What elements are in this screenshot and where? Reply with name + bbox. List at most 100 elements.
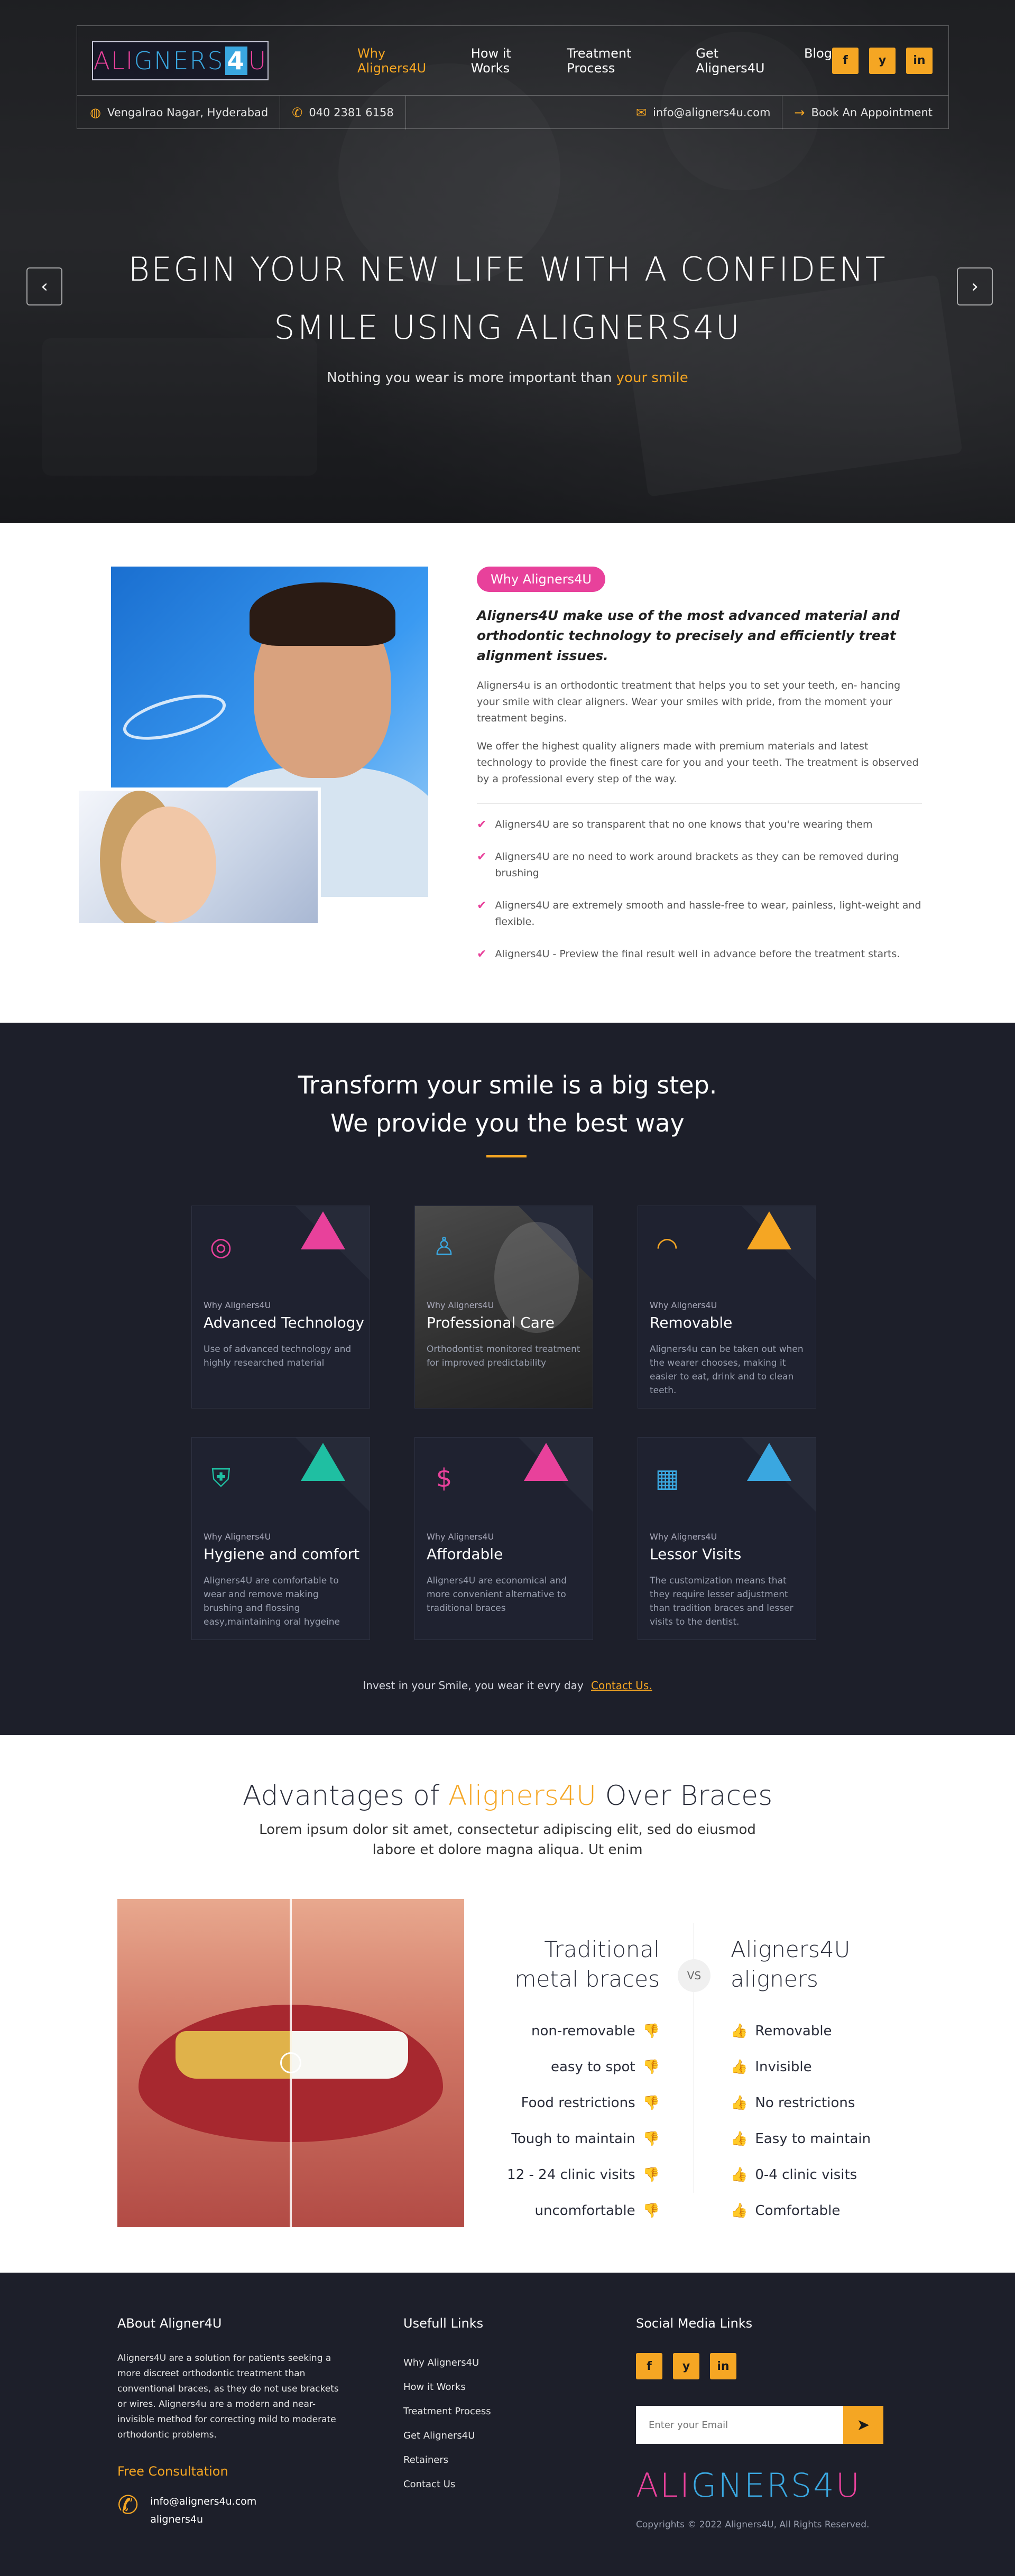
card-description: Aligners4u can be taken out when the wea… — [650, 1344, 804, 1396]
check-icon: ✔ — [477, 850, 487, 864]
footer-link-retainers[interactable]: Retainers — [403, 2448, 562, 2472]
thumbs-up-icon: 👍 — [731, 2203, 748, 2219]
feature-card[interactable]: ▦ Why Aligners4U Lessor Visits The customiz… — [638, 1437, 816, 1640]
braces-list: non-removable 👎 easy to spot 👎 Food restri… — [465, 2017, 660, 2233]
card-kicker: Why Aligners4U — [650, 1300, 717, 1310]
card-title: Lessor Visits — [650, 1545, 742, 1563]
footer-links-title: Usefull Links — [403, 2316, 484, 2331]
list-item: easy to spot 👎 — [550, 2059, 660, 2075]
footer-about-column: ABout Aligner4U Aligners4U are a solutio… — [117, 2316, 339, 2528]
twitter-icon[interactable]: y — [673, 2353, 699, 2379]
feature-card[interactable]: ♙ Why Aligners4U Professional Care Orthodon… — [414, 1206, 593, 1409]
thumbs-up-icon: 👍 — [731, 2131, 748, 2147]
about-lead: Aligners4U make use of the most advanced… — [477, 608, 900, 663]
footer-logo[interactable]: ALIGNERS4U — [636, 2466, 900, 2505]
list-item: ✔ Aligners4U are extremely smooth and has… — [477, 897, 922, 930]
arrow-right-icon: → — [794, 105, 805, 120]
title-underline — [486, 1155, 527, 1157]
triangle-accent — [747, 1211, 791, 1249]
triangle-accent — [747, 1443, 791, 1481]
footer-contact: ✆ info@aligners4u.com aligners4u — [117, 2492, 339, 2528]
teeth-comparison-image — [117, 1899, 464, 2227]
footer-link-how-it-works[interactable]: How it Works — [403, 2375, 562, 2399]
footer-about-title: ABout Aligner4U — [117, 2316, 222, 2331]
thumbs-down-icon: 👎 — [642, 2095, 660, 2111]
card-title: Professional Care — [427, 1314, 555, 1331]
twitter-icon[interactable]: y — [869, 47, 896, 74]
thumbs-up-icon: 👍 — [731, 2059, 748, 2075]
check-icon: ✔ — [477, 899, 487, 912]
advantages-section: Advantages of Aligners4U Over Braces Lor… — [0, 1735, 1015, 2273]
footer-social-title: Social Media Links — [636, 2316, 753, 2331]
footer-email[interactable]: info@aligners4u.com — [150, 2492, 256, 2510]
card-kicker: Why Aligners4U — [427, 1532, 494, 1542]
book-appointment-link[interactable]: → Book An Appointment — [794, 105, 933, 120]
calendar-icon: ▦ — [655, 1463, 679, 1493]
footer-link-treatment-process[interactable]: Treatment Process — [403, 2399, 562, 2424]
linkedin-icon[interactable]: in — [906, 47, 933, 74]
check-icon: ✔ — [477, 818, 487, 831]
location-info: ◍ Vengalrao Nagar, Hyderabad — [90, 105, 268, 120]
globe-icon: ◍ — [90, 105, 101, 120]
advantages-title: Advantages of Aligners4U Over Braces — [242, 1780, 773, 1812]
footer-link-why-aligners4u[interactable]: Why Aligners4U — [403, 2351, 562, 2375]
email-input[interactable] — [636, 2406, 843, 2444]
phone-icon: ✆ — [292, 105, 303, 120]
email-info[interactable]: ✉ info@aligners4u.com — [636, 105, 770, 120]
facebook-icon[interactable]: f — [832, 47, 859, 74]
footer-link-get-aligners4u[interactable]: Get Aligners4U — [403, 2424, 562, 2448]
mail-icon: ✉ — [636, 105, 647, 120]
features-section: Transform your smile is a big step. We p… — [0, 1023, 1015, 1735]
linkedin-icon[interactable]: in — [710, 2353, 736, 2379]
card-kicker: Why Aligners4U — [427, 1300, 494, 1310]
hero-section: ALI GNERS 4 U Why Aligners4U How it Works T… — [0, 0, 1015, 523]
divider — [477, 803, 922, 804]
facebook-icon[interactable]: f — [636, 2353, 662, 2379]
list-item: ✔ Aligners4U are so transparent that no o… — [477, 817, 922, 833]
feature-card[interactable]: ⛨ Why Aligners4U Hygiene and comfort Aligne… — [191, 1437, 370, 1640]
about-paragraph: Aligners4u is an orthodontic treatment t… — [477, 680, 901, 724]
hero-title-line2: SMILE USING ALIGNERS4U — [274, 308, 741, 347]
aligners-list: 👍 Removable 👍 Invisible 👍 No restrictions 👍… — [731, 2017, 921, 2233]
nav-link-blog[interactable]: Blog — [804, 46, 832, 76]
hygiene-icon: ⛨ — [211, 1463, 230, 1493]
card-kicker: Why Aligners4U — [204, 1300, 271, 1310]
subscribe-button[interactable]: ➤ — [843, 2406, 883, 2444]
header-info-right: ✉ info@aligners4u.com → Book An Appointm… — [636, 96, 933, 129]
thumbs-down-icon: 👎 — [642, 2131, 660, 2147]
teeth-icon: ◠ — [656, 1232, 678, 1262]
nav-link-why-aligners4u[interactable]: Why Aligners4U — [357, 46, 456, 76]
thumbs-down-icon: 👎 — [642, 2203, 660, 2219]
hero-subtitle: Nothing you wear is more important than … — [0, 370, 1015, 386]
nav-link-how-it-works[interactable]: How it Works — [471, 46, 552, 76]
footer-link-contact-us[interactable]: Contact Us — [403, 2472, 562, 2497]
woman-aligner-image — [76, 787, 321, 926]
feature-card[interactable]: $ Why Aligners4U Affordable Aligners4U are … — [414, 1437, 593, 1640]
thumbs-up-icon: 👍 — [731, 2023, 748, 2039]
site-logo[interactable]: ALI GNERS 4 U — [92, 41, 269, 80]
phone-info[interactable]: ✆ 040 2381 6158 — [292, 105, 393, 120]
phone-icon: ✆ — [117, 2490, 139, 2520]
thumbs-down-icon: 👎 — [642, 2023, 660, 2039]
list-item: 👍 Easy to maintain — [731, 2131, 871, 2147]
feature-card[interactable]: ◠ Why Aligners4U Removable Aligners4u can b… — [638, 1206, 816, 1409]
footer-about-text: Aligners4U are a solution for patients s… — [117, 2353, 339, 2440]
card-title: Affordable — [427, 1545, 503, 1563]
nav-link-get-aligners4u[interactable]: Get Aligners4U — [696, 46, 789, 76]
card-description: The customization means that they requir… — [650, 1576, 793, 1627]
header-main-row: ALI GNERS 4 U Why Aligners4U How it Works T… — [77, 26, 948, 96]
triangle-accent — [301, 1211, 345, 1249]
feature-card[interactable]: ◎ Why Aligners4U Advanced Technology Use of… — [191, 1206, 370, 1409]
contact-us-link[interactable]: Contact Us. — [591, 1679, 652, 1692]
card-title: Hygiene and comfort — [204, 1545, 360, 1563]
hero-title-line1: BEGIN YOUR NEW LIFE WITH A CONFIDENT — [128, 250, 887, 289]
list-item: ✔ Aligners4U - Preview the final result w… — [477, 946, 922, 962]
list-item: 👍 Removable — [731, 2023, 832, 2039]
site-header: ALI GNERS 4 U Why Aligners4U How it Works T… — [77, 25, 949, 129]
doctor-icon: ♙ — [432, 1232, 456, 1262]
footer-socials: f y in — [636, 2353, 900, 2379]
tech-icon: ◎ — [210, 1232, 232, 1262]
features-cta: Invest in your Smile, you wear it evry d… — [363, 1679, 652, 1692]
nav-link-treatment-process[interactable]: Treatment Process — [567, 46, 681, 76]
card-title: Removable — [650, 1314, 733, 1331]
